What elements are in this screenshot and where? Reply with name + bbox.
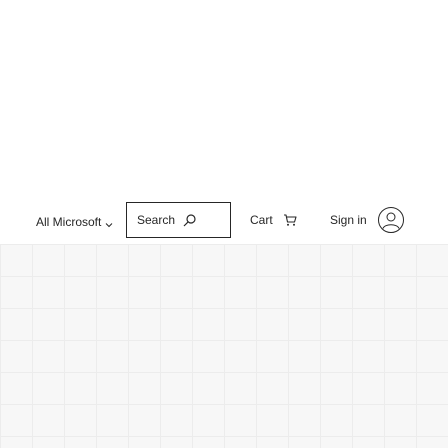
content-area — [0, 244, 448, 448]
chevron-down-icon — [105, 218, 113, 228]
search-button[interactable]: Search — [126, 202, 231, 238]
sign-in-label: Sign in — [330, 213, 367, 227]
search-icon — [183, 213, 196, 227]
page: All Microsoft Search Cart Sign in — [0, 0, 448, 448]
search-label: Search — [137, 213, 176, 227]
all-microsoft-label: All Microsoft — [36, 215, 102, 229]
all-microsoft-menu[interactable]: All Microsoft — [36, 214, 113, 230]
cart-label: Cart — [250, 213, 273, 227]
sign-in-button[interactable]: Sign in — [330, 206, 405, 234]
header-toolbar: All Microsoft Search Cart Sign in — [0, 196, 448, 244]
cart-button[interactable]: Cart — [250, 213, 297, 227]
cart-icon — [283, 213, 297, 227]
account-icon — [377, 206, 405, 234]
